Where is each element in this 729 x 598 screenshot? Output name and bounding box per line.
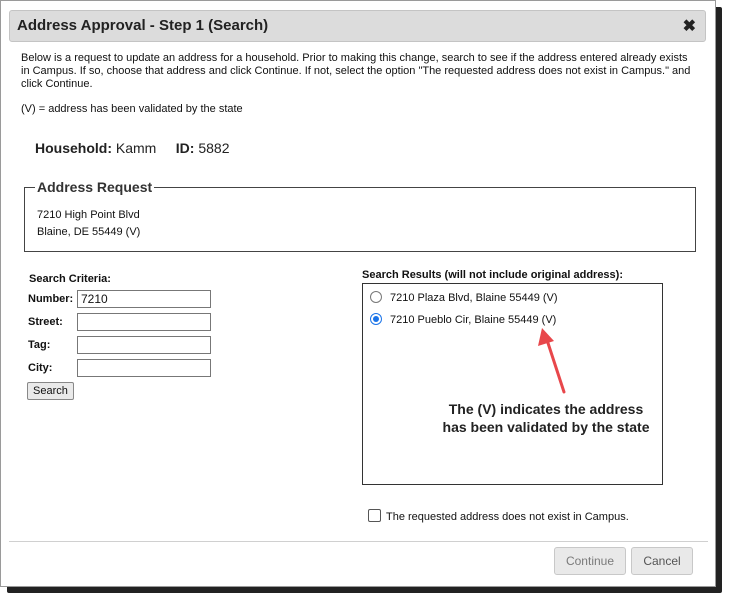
search-button[interactable]: Search — [27, 382, 74, 400]
search-results-title: Search Results (will not include origina… — [362, 269, 623, 281]
result-radio-2[interactable] — [370, 313, 382, 325]
arrow-icon — [538, 328, 566, 394]
city-label: City: — [28, 362, 53, 374]
address-request-line1: 7210 High Point Blvd — [37, 209, 140, 221]
close-icon[interactable]: ✖ — [683, 16, 696, 36]
number-input[interactable] — [77, 290, 211, 308]
number-label: Number: — [28, 293, 74, 305]
address-not-exist-label[interactable]: The requested address does not exist in … — [386, 511, 629, 523]
city-input[interactable] — [77, 359, 211, 377]
dialog-titlebar: Address Approval - Step 1 (Search) ✖ — [9, 10, 706, 42]
household-id-label: ID: — [175, 140, 195, 156]
footer-divider — [9, 541, 708, 542]
result-label-1[interactable]: 7210 Plaza Blvd, Blaine 55449 (V) — [390, 292, 558, 304]
tag-input[interactable] — [77, 336, 211, 354]
search-criteria-title: Search Criteria: — [29, 273, 111, 285]
validation-annotation: The (V) indicates the address has been v… — [421, 400, 671, 436]
street-input[interactable] — [77, 313, 211, 331]
cancel-button[interactable]: Cancel — [631, 547, 693, 575]
household-label: Household: — [35, 140, 112, 156]
household-name: Kamm — [115, 140, 157, 156]
address-approval-dialog: Address Approval - Step 1 (Search) ✖ Bel… — [0, 0, 716, 587]
result-label-2[interactable]: 7210 Pueblo Cir, Blaine 55449 (V) — [390, 314, 556, 326]
household-info: Household: Kamm ID: 5882 — [35, 140, 230, 156]
household-id: 5882 — [198, 140, 230, 156]
validation-legend-note: (V) = address has been validated by the … — [21, 103, 243, 115]
address-not-exist-checkbox[interactable] — [368, 509, 381, 522]
result-radio-1[interactable] — [370, 291, 382, 303]
annotation-line-1: The (V) indicates the address — [448, 401, 644, 417]
address-request-line2: Blaine, DE 55449 (V) — [37, 226, 141, 238]
instructions-text: Below is a request to update an address … — [21, 52, 691, 90]
annotation-line-2: has been validated by the state — [442, 419, 650, 435]
continue-button[interactable]: Continue — [554, 547, 626, 575]
tag-label: Tag: — [28, 339, 51, 351]
street-label: Street: — [28, 316, 63, 328]
address-request-legend: Address Request — [35, 179, 155, 195]
dialog-title: Address Approval - Step 1 (Search) — [17, 17, 269, 34]
